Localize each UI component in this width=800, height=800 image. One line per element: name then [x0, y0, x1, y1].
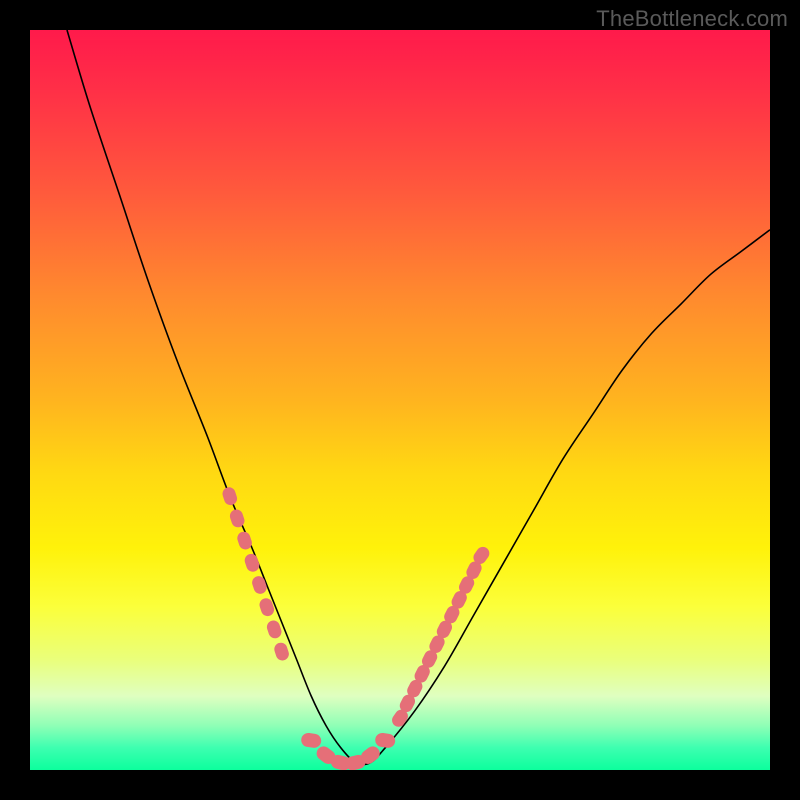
- marker-pill: [250, 574, 268, 595]
- marker-pill: [228, 508, 246, 529]
- chart-svg: [30, 30, 770, 770]
- marker-pill: [273, 641, 291, 662]
- curve-markers: [221, 486, 492, 770]
- frame: TheBottleneck.com: [0, 0, 800, 800]
- marker-pill: [265, 619, 283, 640]
- marker-pill: [300, 732, 322, 749]
- marker-pill: [221, 486, 239, 507]
- bottleneck-curve: [67, 30, 770, 764]
- marker-pill: [243, 552, 261, 573]
- watermark-text: TheBottleneck.com: [596, 6, 788, 32]
- marker-pill: [236, 530, 254, 551]
- plot-area: [30, 30, 770, 770]
- marker-pill: [374, 732, 396, 749]
